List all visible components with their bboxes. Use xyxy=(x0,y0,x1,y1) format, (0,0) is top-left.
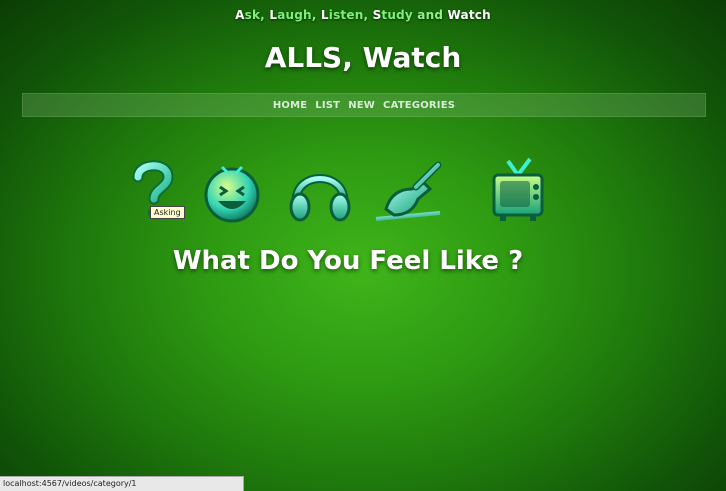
category-icons xyxy=(0,155,726,235)
tagline-letter: A xyxy=(235,8,245,22)
headphones-icon[interactable] xyxy=(284,157,356,229)
nav-new-link[interactable]: NEW xyxy=(348,100,375,111)
main-nav: HOME LIST NEW CATEGORIES xyxy=(22,93,706,117)
browser-status-bar: localhost:4567/videos/category/1 xyxy=(0,476,244,491)
nav-home-link[interactable]: HOME xyxy=(273,100,307,111)
tagline-word: sk, xyxy=(244,8,270,22)
writing-hand-icon[interactable] xyxy=(372,159,444,231)
laughing-face-icon[interactable] xyxy=(196,157,268,229)
nav-categories-link[interactable]: CATEGORIES xyxy=(383,100,455,111)
television-icon[interactable] xyxy=(482,155,554,227)
page-heading: What Do You Feel Like ? xyxy=(172,246,524,276)
tagline-letter: W xyxy=(447,8,461,22)
tagline-letter: L xyxy=(269,8,278,22)
tagline-word: augh, xyxy=(277,8,321,22)
site-title[interactable]: ALLS, Watch xyxy=(0,41,726,74)
site-tagline: Ask, Laugh, Listen, Study and Watch xyxy=(0,8,726,22)
icon-tooltip: Asking xyxy=(150,206,185,219)
tagline-word: atch xyxy=(460,8,491,22)
tagline-word: tudy xyxy=(381,8,418,22)
tagline-letter: L xyxy=(320,8,329,22)
nav-list-link[interactable]: LIST xyxy=(315,100,340,111)
tagline-word: and xyxy=(417,8,448,22)
tagline-word: isten, xyxy=(328,8,373,22)
